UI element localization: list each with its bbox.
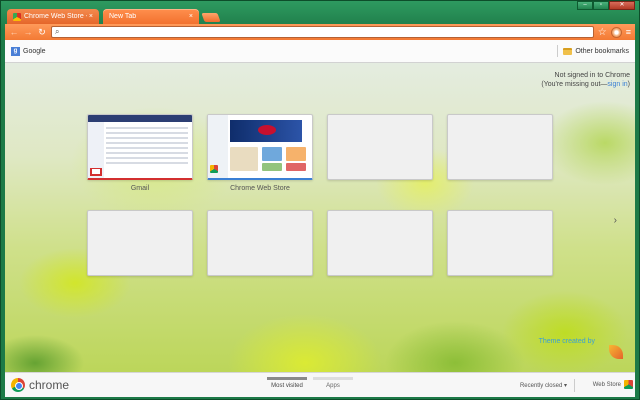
minimize-button[interactable]: – [577,1,593,10]
tile-label-gmail[interactable]: Gmail [87,185,193,192]
cws-thumb-banner [230,120,302,142]
next-page-arrow-icon[interactable]: › [614,215,617,226]
reload-icon[interactable]: ↻ [37,27,47,37]
signin-link[interactable]: sign in [607,81,627,88]
chrome-logo-icon [11,378,25,392]
footer-separator [574,379,575,392]
web-store-favicon-icon [13,12,21,21]
other-bookmarks[interactable]: Other bookmarks [557,45,629,57]
tab-strip: Chrome Web Store - Home × New Tab × [7,9,221,24]
theme-creator-logo-icon[interactable] [609,345,623,359]
tab-close-icon[interactable]: × [189,13,193,20]
signin-hint: (You're missing out—sign in) [541,81,630,88]
chrome-wordmark: chrome [29,378,70,392]
chrome-menu-icon[interactable]: ≡ [626,27,631,37]
new-tab-button[interactable] [201,13,221,22]
tab-indicator [313,377,353,380]
extension-icon[interactable] [610,26,622,38]
tile-label-chrome-web-store[interactable]: Chrome Web Store [207,185,313,192]
gmail-thumb-header [88,115,192,122]
omnibox-input[interactable] [59,28,590,36]
tile-empty [207,210,313,276]
web-store-icon [210,165,218,173]
folder-icon [563,47,573,55]
omnibox[interactable]: ⌕ [51,26,594,38]
tile-empty [447,114,553,180]
tile-empty [87,210,193,276]
back-arrow-icon[interactable]: ← [9,27,19,37]
bookmark-separator [557,45,559,57]
bookmarks-bar: g Google Other bookmarks [5,40,635,63]
tab-chrome-web-store[interactable]: Chrome Web Store - Home × [7,9,99,24]
bookmark-star-icon[interactable]: ☆ [598,27,607,38]
tile-chrome-web-store[interactable] [207,114,313,180]
tile-empty [447,210,553,276]
tile-gmail[interactable] [87,114,193,180]
tab-new-tab[interactable]: New Tab × [103,9,199,24]
close-window-button[interactable]: ✕ [609,1,635,10]
tab-title: New Tab [109,13,137,20]
forward-arrow-icon[interactable]: → [23,27,33,37]
tile-empty [327,210,433,276]
window-controls: – ▫ ✕ [577,1,635,10]
maximize-button[interactable]: ▫ [593,1,609,10]
tab-close-icon[interactable]: × [89,13,93,20]
web-store-link[interactable]: Web Store [593,382,621,388]
gmail-logo-icon [90,168,102,176]
other-bookmarks-label: Other bookmarks [575,47,629,55]
google-icon: g [11,46,20,56]
bookmark-label: Google [23,47,46,55]
tab-title: Chrome Web Store - Home [24,13,87,20]
bookmark-google[interactable]: g Google [11,46,46,56]
footer-tab-most-visited[interactable]: Most visited [267,377,307,389]
browser-window: – ▫ ✕ Chrome Web Store - Home × New Tab … [0,0,640,400]
recently-closed-menu[interactable]: Recently closed ▾ [520,382,567,389]
web-store-icon[interactable] [624,380,633,389]
signin-status: Not signed in to Chrome [554,72,630,79]
theme-credit[interactable]: Theme created by [539,338,595,345]
ntp-footer: chrome Most visited Apps Recently closed… [5,372,635,397]
tile-empty [327,114,433,180]
new-tab-page: Not signed in to Chrome (You're missing … [5,63,635,372]
signin-promo: Not signed in to Chrome (You're missing … [541,71,630,89]
footer-tab-apps[interactable]: Apps [313,377,353,389]
tab-indicator [267,377,307,380]
toolbar: ← → ↻ ⌕ ☆ ≡ [5,24,635,40]
